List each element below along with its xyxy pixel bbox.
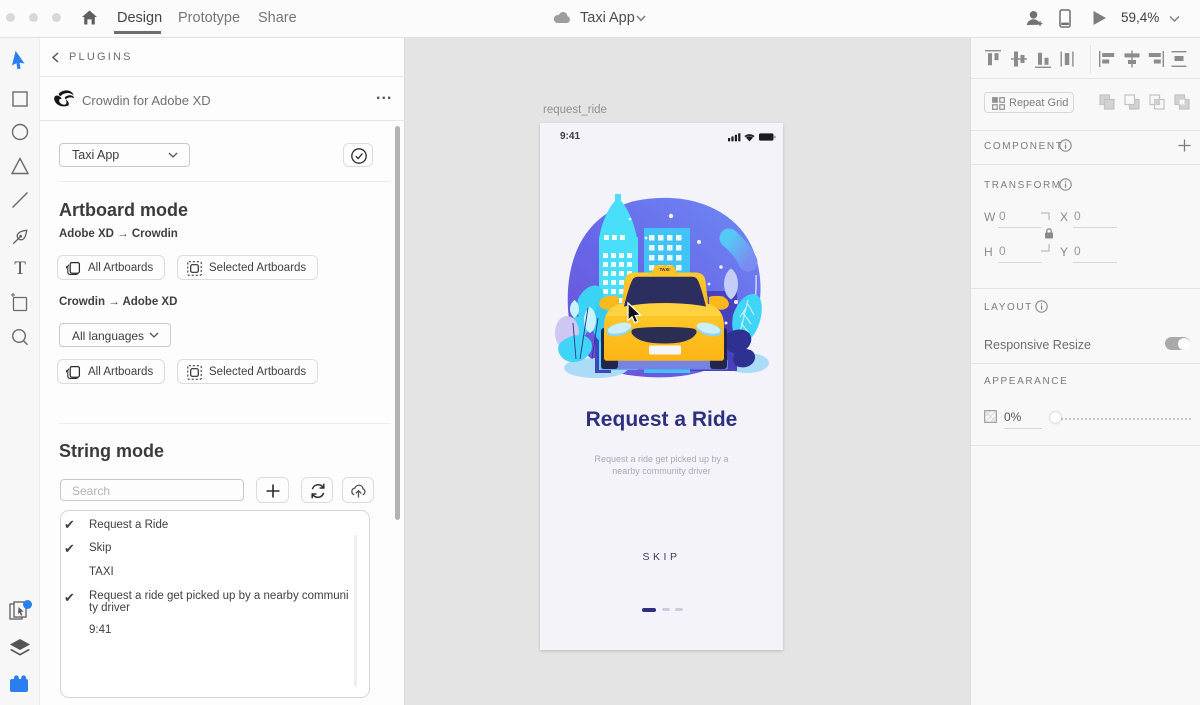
svg-text:TAXI: TAXI: [659, 267, 669, 272]
